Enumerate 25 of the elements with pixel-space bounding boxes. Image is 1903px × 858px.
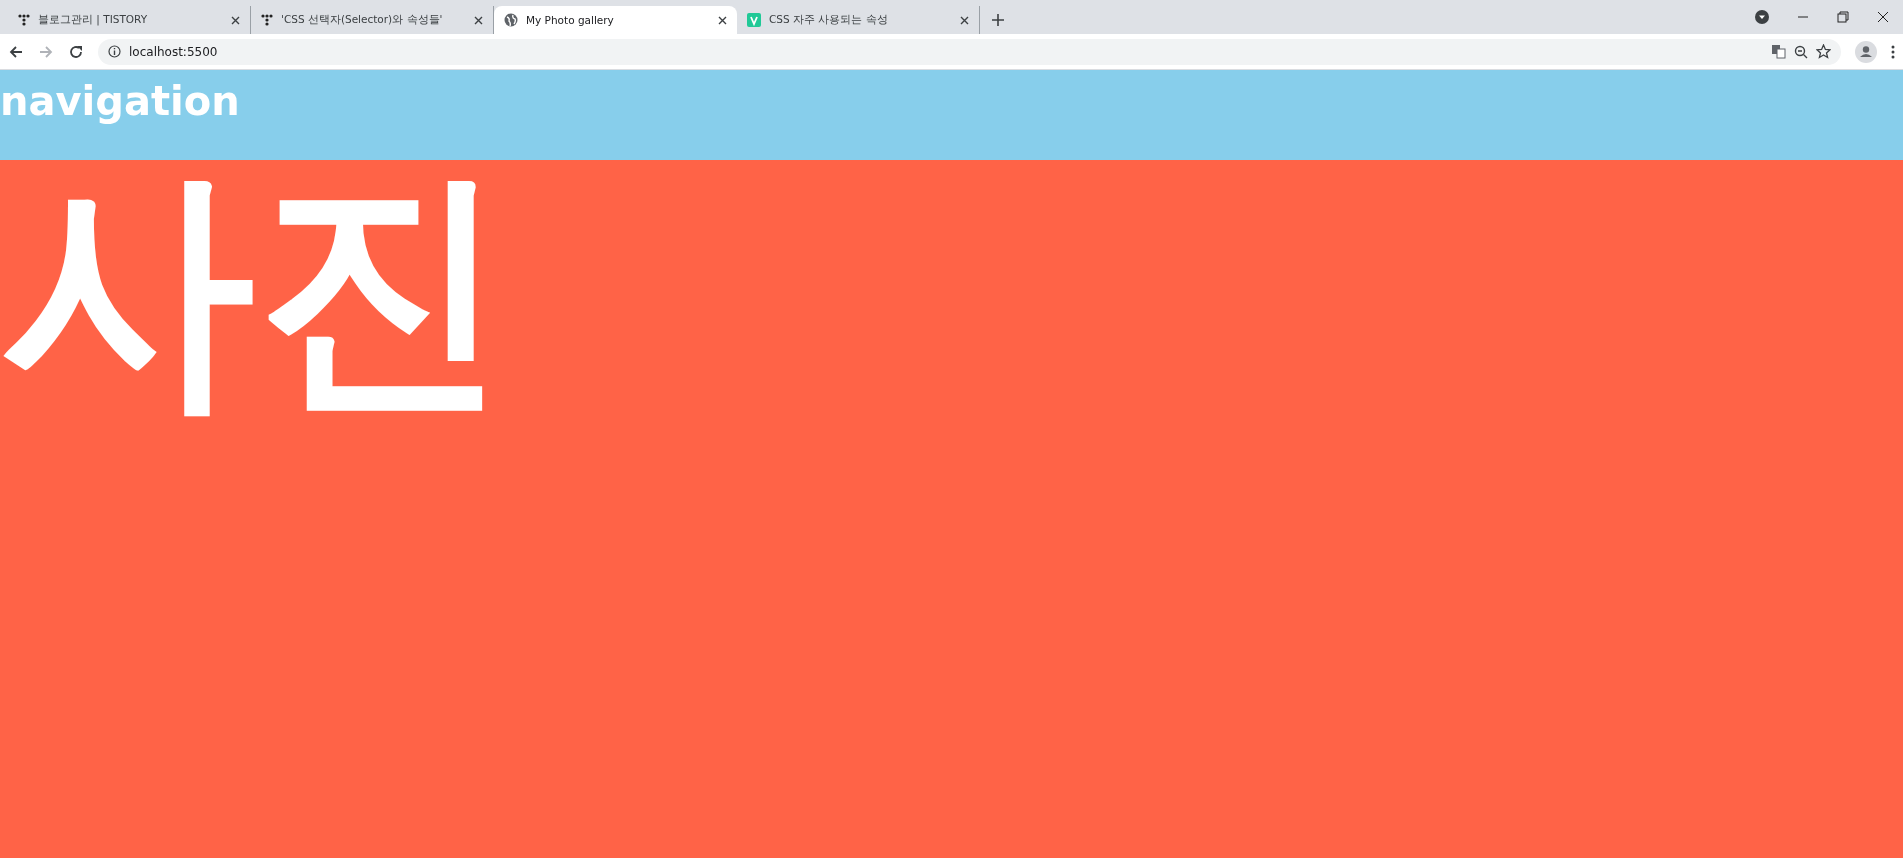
- dots-icon: [261, 14, 273, 26]
- url-text: localhost:5500: [129, 44, 218, 59]
- close-icon[interactable]: [231, 15, 240, 25]
- dots-icon: [18, 14, 30, 26]
- zoom-out-icon[interactable]: [1794, 44, 1808, 59]
- page-heading: 사진: [0, 160, 510, 415]
- close-icon[interactable]: [1877, 11, 1889, 23]
- translate-icon[interactable]: [1772, 44, 1786, 59]
- navigation-title: navigation: [0, 78, 240, 124]
- globe-icon: [504, 13, 518, 27]
- restore-icon[interactable]: [1837, 11, 1849, 23]
- profile-icon[interactable]: [1855, 40, 1877, 63]
- close-icon[interactable]: [474, 15, 483, 25]
- new-tab-icon[interactable]: [992, 14, 1004, 26]
- address-bar[interactable]: localhost:5500: [98, 38, 1841, 65]
- back-icon[interactable]: [8, 43, 24, 60]
- close-icon[interactable]: [960, 15, 969, 25]
- v-icon: [747, 13, 761, 27]
- star-icon[interactable]: [1816, 44, 1831, 59]
- close-icon[interactable]: [718, 15, 727, 25]
- browser-tab[interactable]: My Photo gallery: [494, 6, 737, 34]
- dropdown-icon[interactable]: [1755, 10, 1769, 24]
- menu-icon[interactable]: [1891, 44, 1895, 59]
- reload-icon[interactable]: [68, 43, 84, 60]
- info-icon[interactable]: [108, 45, 121, 58]
